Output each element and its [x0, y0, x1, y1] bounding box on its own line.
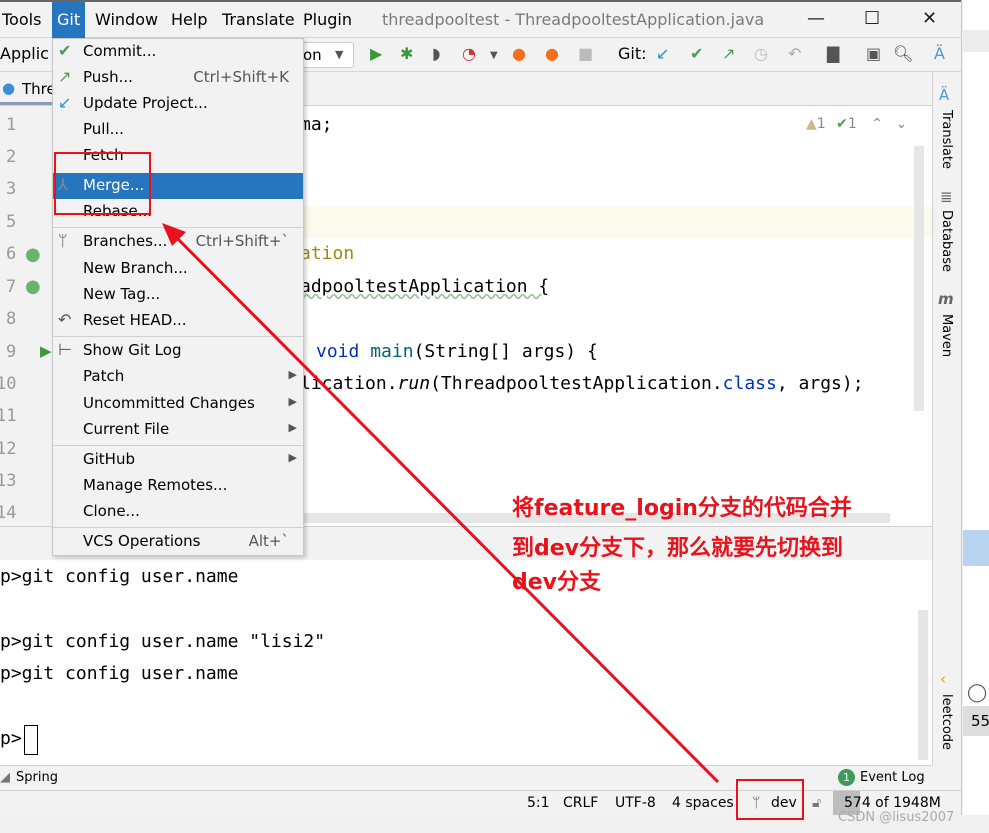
annotation-text-line2: 到dev分支下，那么就要先切换到	[512, 536, 844, 561]
annotation-arrow	[162, 223, 720, 784]
annotation-text-line3: dev分支	[512, 570, 602, 595]
annotation-text-line1: 将feature_login分支的代码合并	[512, 496, 852, 521]
